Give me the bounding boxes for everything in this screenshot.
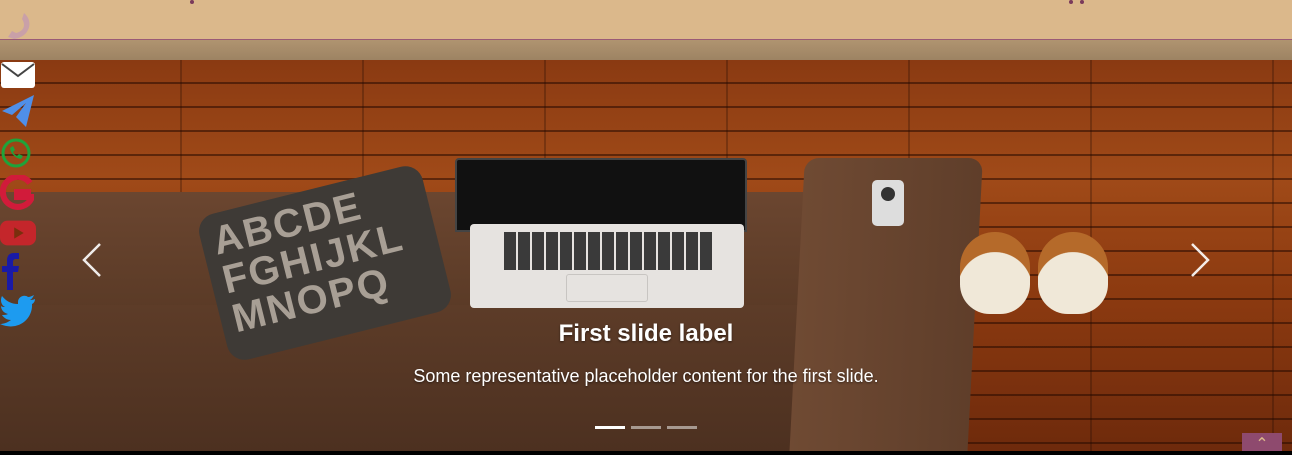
carousel-prev-button[interactable] [72, 230, 112, 290]
menu-dot [1069, 0, 1073, 4]
whatsapp-link[interactable] [0, 136, 36, 170]
phone-icon [8, 13, 30, 39]
chevron-up-icon: ⌃ [1255, 434, 1269, 453]
phone-link[interactable] [0, 8, 36, 42]
telegram-link[interactable] [0, 94, 36, 128]
slide-title: First slide label [558, 320, 734, 347]
header-shadow [0, 40, 1292, 60]
slipper-right [1038, 232, 1108, 314]
email-icon [1, 62, 35, 88]
facebook-icon [2, 253, 19, 290]
laptop-screen [455, 158, 747, 232]
youtube-link[interactable] [0, 216, 36, 250]
carousel-indicators [595, 426, 697, 429]
laptop-keyboard [504, 232, 714, 270]
email-link[interactable] [0, 58, 36, 92]
google-link[interactable] [0, 175, 36, 210]
chevron-left-icon [82, 243, 101, 277]
google-icon [0, 175, 34, 210]
indicator-slide-3[interactable] [667, 426, 697, 429]
facebook-link[interactable] [0, 253, 36, 290]
twitter-link[interactable] [0, 294, 36, 328]
menu-dot [190, 0, 194, 4]
indicator-slide-2[interactable] [631, 426, 661, 429]
header-bar [0, 0, 1292, 40]
youtube-icon [0, 220, 36, 246]
slipper-left [960, 232, 1030, 314]
twitter-icon [0, 295, 35, 327]
whatsapp-icon [1, 138, 31, 168]
slide-caption: Some representative placeholder content … [413, 366, 879, 386]
carousel-next-button[interactable] [1180, 230, 1220, 290]
indicator-slide-1[interactable] [595, 426, 625, 429]
hero-carousel: ABCDE FGHIJKL MNOPQ [0, 60, 1292, 451]
remote-control [872, 180, 904, 226]
chevron-right-icon [1191, 243, 1210, 277]
laptop-trackpad [566, 274, 648, 302]
back-to-top-button[interactable]: ⌃ [1242, 433, 1282, 453]
menu-dot [1080, 0, 1084, 4]
telegram-icon [2, 95, 34, 127]
